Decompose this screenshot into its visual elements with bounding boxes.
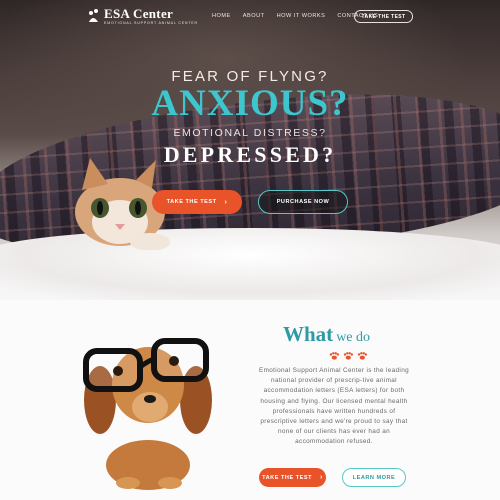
brand-logo[interactable]: ESA Center EMOTIONAL SUPPORT ANIMAL CENT… — [87, 7, 198, 26]
hero-section: ESA Center EMOTIONAL SUPPORT ANIMAL CENT… — [0, 0, 500, 300]
what-we-do-heading-rest: we do — [336, 330, 371, 345]
hero-line-emotional: EMOTIONAL DISTRESS? — [173, 127, 327, 139]
paw-print-icon — [343, 352, 353, 360]
section-take-test-button[interactable]: TAKE THE TEST › — [259, 468, 326, 487]
chevron-right-icon: › — [224, 198, 228, 206]
chevron-right-icon: › — [320, 474, 323, 481]
learn-more-label: LEARN MORE — [352, 474, 396, 481]
top-nav: ESA Center EMOTIONAL SUPPORT ANIMAL CENT… — [0, 0, 500, 34]
what-we-do-description: Emotional Support Animal Center is the l… — [258, 367, 410, 446]
paw-divider — [329, 352, 367, 360]
nav-take-test-button[interactable]: TAKE THE TEST — [354, 10, 413, 23]
paw-print-icon — [357, 352, 367, 360]
hero-line-anxious: ANXIOUS? — [151, 83, 349, 124]
dog-with-glasses-image — [83, 338, 212, 490]
nav-item-home[interactable]: HOME — [212, 13, 231, 19]
what-we-do-heading-bold: What — [283, 322, 334, 346]
nav-take-test-label: TAKE THE TEST — [361, 13, 406, 20]
hero-take-test-label: TAKE THE TEST — [166, 199, 217, 205]
paw-print-icon — [329, 352, 339, 360]
hero-purchase-now-button[interactable]: PURCHASE NOW — [258, 190, 348, 214]
nav-item-how-it-works[interactable]: HOW IT WORKS — [277, 13, 326, 19]
section-take-test-label: TAKE THE TEST — [262, 474, 313, 481]
paw-logo-icon — [89, 9, 98, 22]
brand-title: ESA Center — [104, 6, 174, 21]
learn-more-button[interactable]: LEARN MORE — [342, 468, 406, 487]
hero-line-depressed: DEPRESSED? — [163, 142, 337, 167]
brand-subtitle: EMOTIONAL SUPPORT ANIMAL CENTER — [104, 21, 198, 25]
nav-item-about[interactable]: ABOUT — [243, 13, 265, 19]
hero-take-test-button[interactable]: TAKE THE TEST › — [152, 190, 242, 214]
hero-purchase-now-label: PURCHASE NOW — [276, 199, 330, 205]
what-we-do-heading: What we do — [283, 322, 370, 347]
